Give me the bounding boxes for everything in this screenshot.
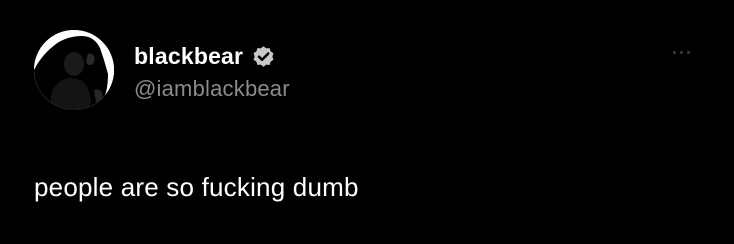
tweet-card: blackbear @iamblackbear people are so fu… [0,0,734,244]
more-options-icon[interactable] [673,51,690,54]
display-name[interactable]: blackbear [134,43,243,70]
avatar[interactable] [34,30,114,110]
more-dot [687,51,690,54]
more-dot [680,51,683,54]
name-row: blackbear [134,38,290,74]
tweet-text: people are so fucking dumb [34,172,359,202]
profile-photo-icon [34,30,114,110]
handle[interactable]: @iamblackbear [134,76,290,102]
more-dot [673,51,676,54]
verified-badge-icon [251,44,276,69]
author-info: blackbear @iamblackbear [134,38,290,102]
